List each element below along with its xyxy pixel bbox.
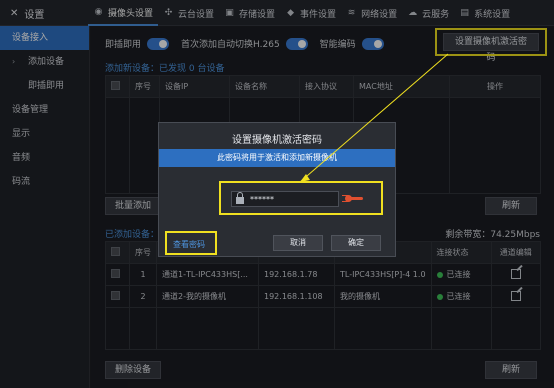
pointer-line bbox=[299, 53, 449, 183]
pointer-arrow bbox=[299, 53, 449, 183]
